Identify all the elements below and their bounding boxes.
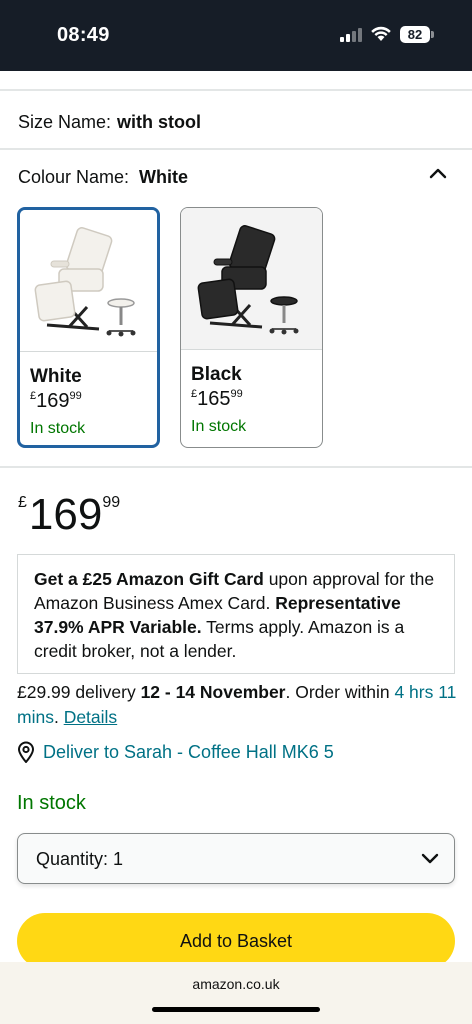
chevron-up-icon[interactable]	[427, 164, 449, 182]
battery-tip	[431, 31, 434, 38]
chevron-down-icon	[421, 853, 439, 864]
size-name-label: Size Name:	[18, 112, 112, 132]
product-price: £16999	[18, 490, 121, 539]
location-pin-icon	[17, 741, 35, 763]
massage-chair-icon	[197, 224, 298, 334]
details-link[interactable]: Details	[64, 707, 118, 727]
deliver-to-link[interactable]: Deliver to Sarah - Coffee Hall MK6 5	[17, 741, 334, 763]
delivery-info: £29.99 delivery 12 - 14 November. Order …	[17, 682, 457, 727]
size-name-value: with stool	[117, 112, 202, 132]
status-time: 08:49	[57, 24, 110, 46]
cellular-signal-icon	[340, 28, 362, 42]
swatch-stock-status: In stock	[30, 420, 86, 437]
quantity-label: Quantity: 1	[36, 849, 124, 869]
add-to-basket-button[interactable]: Add to Basket	[17, 913, 455, 969]
massage-chair-icon	[34, 226, 135, 336]
swatch-image-black	[181, 208, 322, 350]
swatch-price: £16599	[191, 388, 243, 410]
swatch-white[interactable]: White £16999 In stock	[17, 207, 160, 448]
home-indicator[interactable]	[152, 1007, 320, 1012]
browser-url-bar[interactable]	[0, 962, 472, 1024]
swatch-price: £16999	[30, 390, 82, 412]
availability-status: In stock	[17, 792, 86, 814]
swatch-black[interactable]: Black £16599 In stock	[180, 207, 323, 448]
swatch-name: White	[30, 366, 82, 387]
battery-icon: 82	[400, 26, 430, 43]
colour-name-row: Colour Name: White	[18, 167, 188, 188]
colour-name-label: Colour Name:	[18, 167, 130, 187]
wifi-icon	[371, 26, 391, 41]
swatch-stock-status: In stock	[191, 418, 247, 435]
divider	[0, 466, 472, 468]
deliver-to-text: Deliver to Sarah - Coffee Hall MK6 5	[43, 741, 334, 762]
divider	[0, 89, 472, 91]
quantity-dropdown[interactable]: Quantity: 1	[17, 833, 455, 884]
swatch-name: Black	[191, 364, 242, 385]
colour-name-value: White	[139, 167, 189, 187]
swatch-image-white	[20, 210, 157, 352]
divider	[0, 148, 472, 150]
size-name-row: Size Name: with stool	[18, 112, 201, 133]
amex-promo-box[interactable]: Get a £25 Amazon Gift Card upon approval…	[17, 554, 455, 674]
url-text: amazon.co.uk	[192, 976, 280, 992]
status-bar: 08:49 82	[0, 0, 472, 71]
